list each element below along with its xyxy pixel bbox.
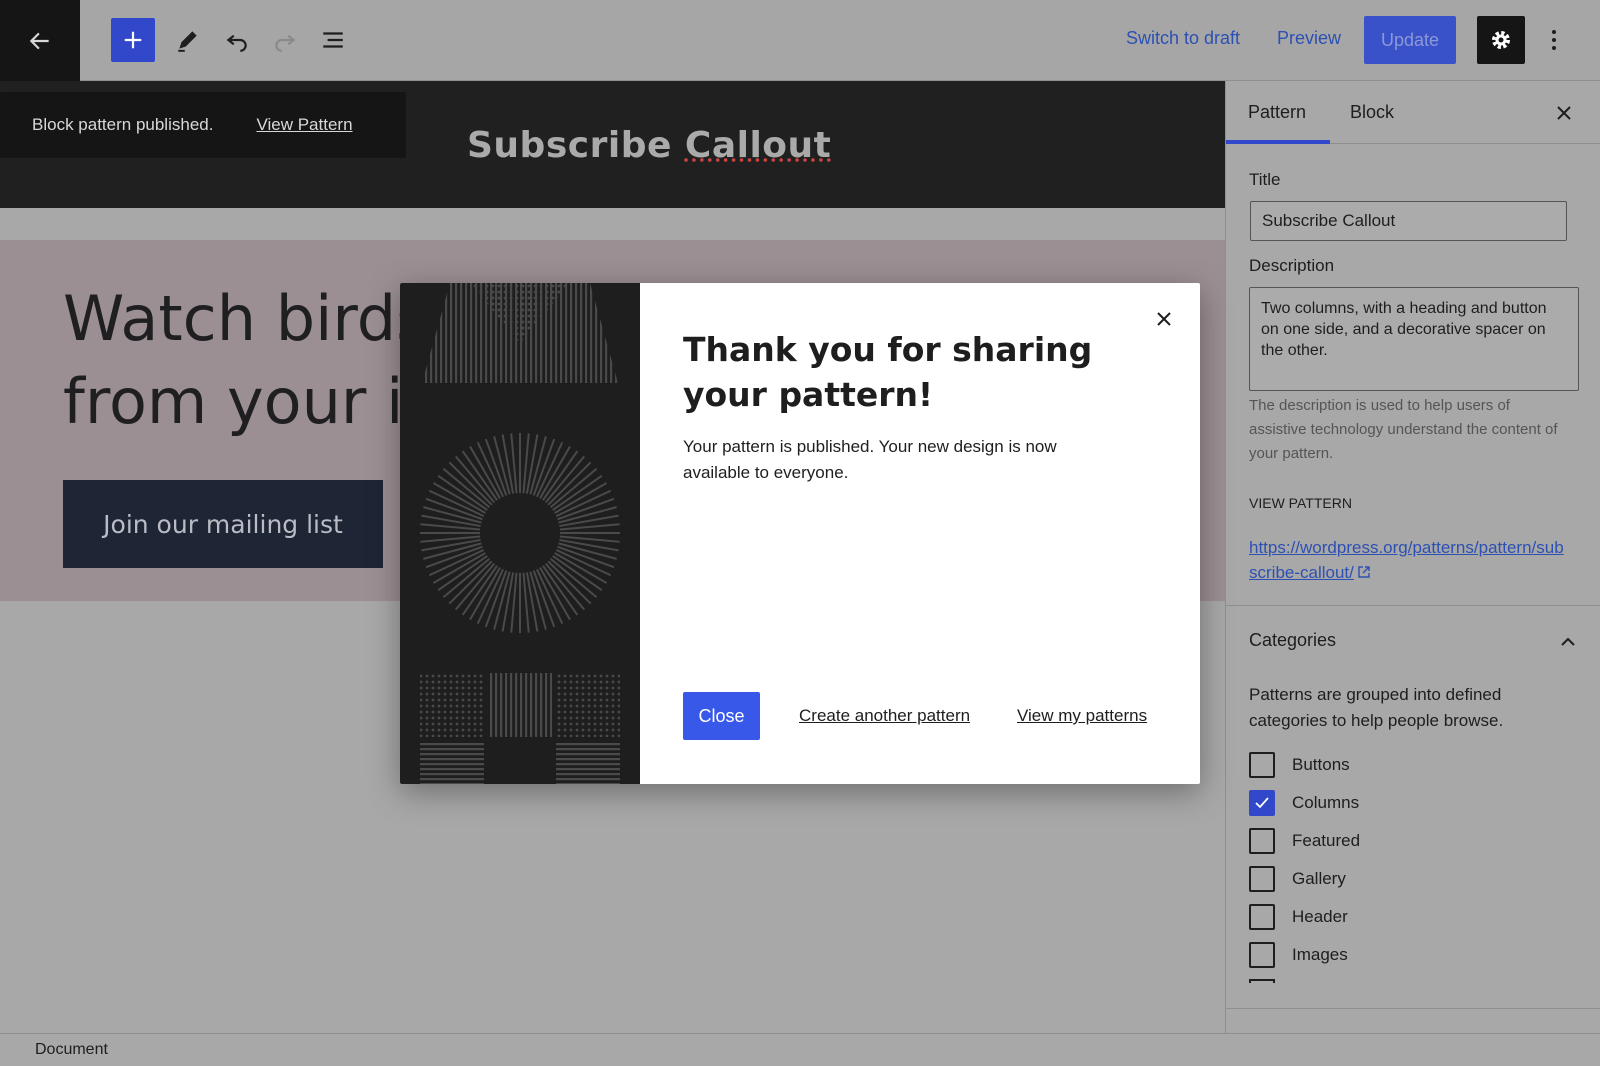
title-field-label: Title	[1249, 170, 1281, 189]
category-featured[interactable]: Featured	[1249, 827, 1360, 855]
switch-to-draft-button[interactable]: Switch to draft	[1126, 28, 1240, 49]
vertical-ellipsis-icon	[1552, 30, 1556, 50]
plus-icon	[124, 31, 142, 49]
category-label: Buttons	[1292, 755, 1350, 774]
category-label: Featured	[1292, 831, 1361, 850]
category-checkbox[interactable]	[1249, 904, 1275, 930]
more-options-button[interactable]	[1542, 22, 1566, 58]
checkmark-icon	[1255, 797, 1269, 809]
decorative-illustration	[400, 283, 640, 784]
pattern-title-heading[interactable]: Subscribe Callout	[467, 125, 831, 166]
categories-help-text: Patterns are grouped into defined catego…	[1249, 685, 1504, 730]
category-checkbox[interactable]	[1249, 866, 1275, 892]
category-label: Images	[1292, 945, 1348, 964]
undo-button[interactable]	[215, 18, 259, 62]
snackbar-view-pattern-link[interactable]: View Pattern	[256, 115, 352, 135]
close-icon	[1557, 106, 1571, 120]
external-link-icon	[1358, 566, 1370, 578]
top-toolbar: Switch to draft Preview Update	[0, 0, 1600, 81]
add-block-button[interactable]	[111, 18, 155, 62]
snackbar-notice: Block pattern published. View Pattern	[0, 92, 406, 158]
category-checkbox-partial	[1249, 979, 1275, 983]
title-text-spellcheck: Callout	[684, 125, 832, 166]
join-mailing-list-button[interactable]: Join our mailing list	[63, 480, 383, 568]
title-text-part: Subscribe	[467, 125, 685, 166]
categories-panel-title[interactable]: Categories	[1249, 630, 1336, 651]
section-divider	[1226, 605, 1600, 606]
settings-sidebar: Pattern Block Title Description Two colu…	[1225, 81, 1600, 1033]
close-sidebar-button[interactable]	[1552, 101, 1576, 125]
preview-button[interactable]: Preview	[1277, 28, 1341, 49]
section-divider	[1226, 1008, 1600, 1009]
redo-button[interactable]	[263, 18, 307, 62]
category-label: Header	[1292, 907, 1348, 926]
modal-body-text: Your pattern is published. Your new desi…	[683, 437, 1057, 482]
category-checkbox[interactable]	[1249, 942, 1275, 968]
sidebar-tabs: Pattern Block	[1226, 81, 1600, 144]
pencil-icon	[178, 31, 197, 52]
tools-button[interactable]	[166, 18, 210, 62]
category-header[interactable]: Header	[1249, 903, 1348, 931]
category-images[interactable]: Images	[1249, 941, 1348, 969]
update-button[interactable]: Update	[1364, 16, 1456, 64]
list-view-icon	[323, 32, 343, 48]
hero-heading-line-1: Watch birds	[63, 282, 429, 355]
category-label: Columns	[1292, 793, 1360, 812]
category-checkbox[interactable]	[1249, 752, 1275, 778]
category-label: Gallery	[1292, 869, 1346, 888]
view-pattern-url-link[interactable]: https://wordpress.org/patterns/pattern/s…	[1249, 535, 1569, 585]
close-button[interactable]: Close	[683, 692, 760, 740]
chevron-up-icon[interactable]	[1556, 630, 1580, 654]
tab-block[interactable]: Block	[1350, 102, 1394, 123]
description-textarea[interactable]: Two columns, with a heading and button o…	[1249, 287, 1579, 391]
title-input[interactable]	[1250, 201, 1567, 241]
undo-icon	[226, 34, 247, 52]
pattern-published-modal: Thank you for sharing your pattern! Your…	[400, 283, 1200, 784]
list-view-button[interactable]	[311, 18, 355, 62]
modal-title: Thank you for sharing your pattern!	[683, 330, 1093, 414]
description-field-label: Description	[1249, 256, 1335, 275]
category-checkbox-checked[interactable]	[1249, 790, 1275, 816]
category-buttons[interactable]: Buttons	[1249, 751, 1350, 779]
close-icon	[1157, 312, 1171, 326]
back-button[interactable]	[0, 0, 80, 81]
category-gallery[interactable]: Gallery	[1249, 865, 1346, 893]
view-pattern-heading: VIEW PATTERN	[1249, 495, 1352, 511]
pattern-illustration-graphic	[420, 283, 620, 784]
snackbar-message: Block pattern published.	[32, 115, 214, 134]
modal-close-button[interactable]	[1152, 307, 1176, 331]
description-help-text: The description is used to help users of…	[1249, 397, 1558, 462]
redo-icon	[275, 34, 296, 52]
active-tab-indicator	[1226, 140, 1330, 144]
view-my-patterns-link[interactable]: View my patterns	[1017, 706, 1147, 726]
pattern-url-text: https://wordpress.org/patterns/pattern/s…	[1249, 538, 1564, 582]
category-columns[interactable]: Columns	[1249, 789, 1359, 817]
editor-footer: Document	[0, 1033, 1600, 1066]
category-checkbox[interactable]	[1249, 828, 1275, 854]
gear-icon	[1492, 31, 1510, 49]
arrow-left-icon	[29, 32, 49, 49]
create-another-pattern-link[interactable]: Create another pattern	[799, 706, 970, 726]
tab-pattern[interactable]: Pattern	[1248, 102, 1306, 123]
settings-button[interactable]	[1477, 16, 1525, 64]
breadcrumb-document[interactable]: Document	[35, 1041, 108, 1059]
